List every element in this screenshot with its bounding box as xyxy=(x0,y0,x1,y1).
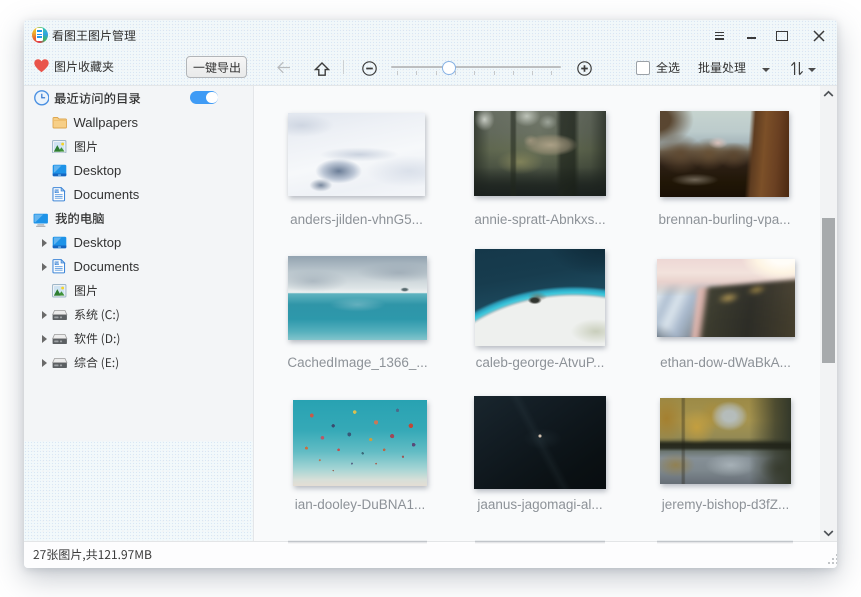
svg-text:W: W xyxy=(55,262,59,266)
svg-text:W: W xyxy=(55,190,59,194)
